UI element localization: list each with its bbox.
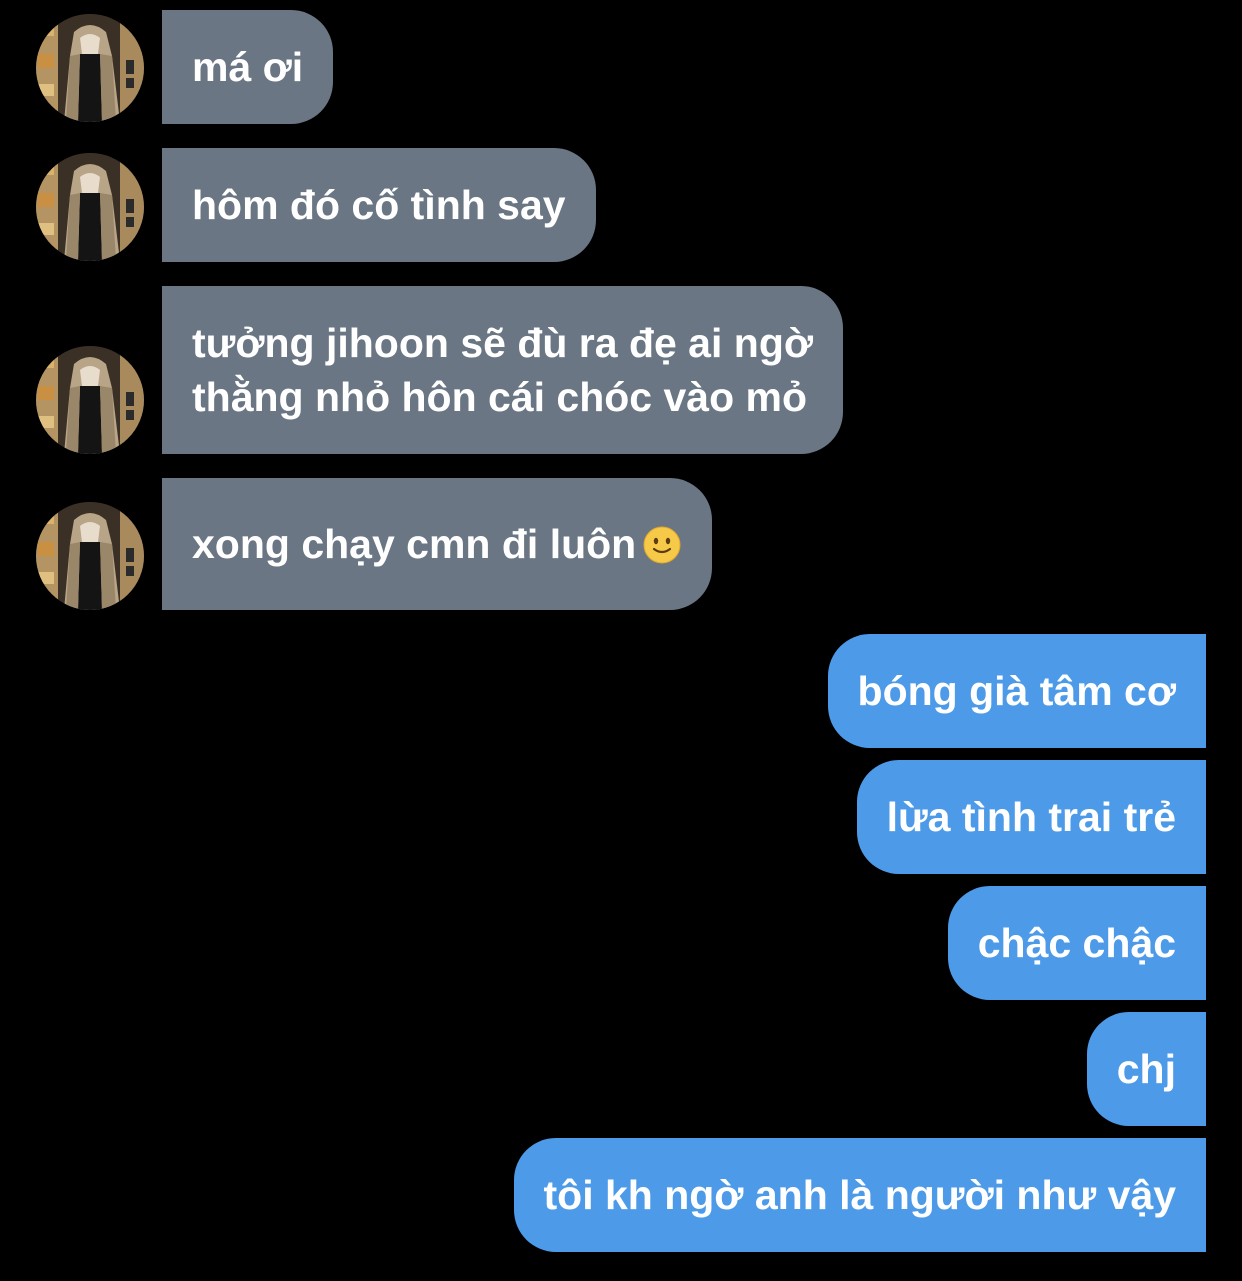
- message-text: bóng già tâm cơ: [857, 668, 1176, 714]
- chat-thread: má ơi hôm đó cố tình say tưởng jihoon sẽ…: [0, 0, 1242, 1281]
- incoming-message-bubble[interactable]: xong chạy cmn đi luôn: [162, 478, 713, 610]
- incoming-message-bubble[interactable]: má ơi: [162, 10, 334, 124]
- outgoing-message-bubble[interactable]: lừa tình trai trẻ: [856, 760, 1206, 874]
- slightly-smiling-face-icon: [642, 525, 682, 565]
- outgoing-message-bubble[interactable]: tôi kh ngờ anh là người như vậy: [513, 1138, 1206, 1252]
- outgoing-message-bubble[interactable]: chậc chậc: [947, 886, 1206, 1000]
- contact-avatar[interactable]: [36, 14, 144, 122]
- message-text: lừa tình trai trẻ: [886, 794, 1176, 840]
- message-text: xong chạy cmn đi luôn: [192, 521, 637, 567]
- message-text-wrap: xong chạy cmn đi luôn: [192, 517, 682, 571]
- message-text: hôm đó cố tình say: [192, 182, 566, 228]
- message-text-line-1: tưởng jihoon sẽ đù ra đẹ ai ngờ: [192, 320, 814, 366]
- contact-avatar[interactable]: [36, 502, 144, 610]
- outgoing-message-bubble[interactable]: chj: [1086, 1012, 1206, 1126]
- message-text: chậc chậc: [977, 920, 1176, 966]
- message-text: tôi kh ngờ anh là người như vậy: [543, 1172, 1177, 1218]
- incoming-message-bubble[interactable]: tưởng jihoon sẽ đù ra đẹ ai ngờ thằng nh…: [162, 286, 844, 454]
- contact-avatar[interactable]: [36, 346, 144, 454]
- message-text: má ơi: [192, 44, 304, 90]
- contact-avatar[interactable]: [36, 153, 144, 261]
- message-text: chj: [1116, 1046, 1176, 1092]
- incoming-message-bubble[interactable]: hôm đó cố tình say: [162, 148, 596, 262]
- message-text-line-2: thằng nhỏ hôn cái chóc vào mỏ: [192, 374, 808, 420]
- outgoing-message-bubble[interactable]: bóng già tâm cơ: [827, 634, 1206, 748]
